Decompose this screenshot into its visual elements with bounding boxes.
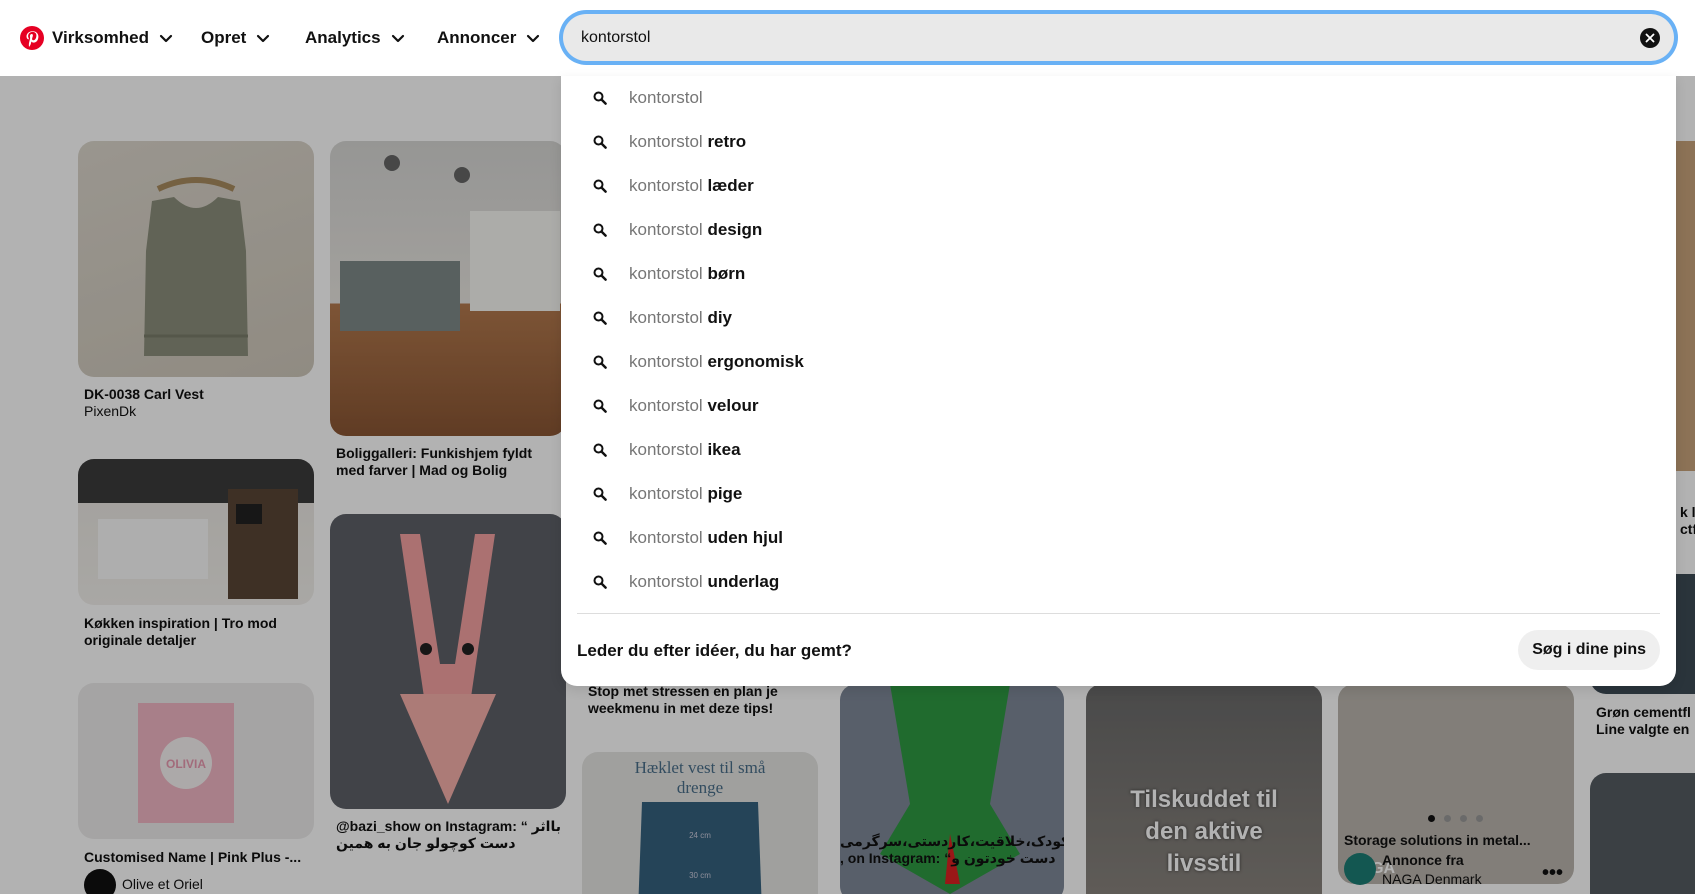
search-icon — [593, 355, 607, 369]
search-suggestion[interactable]: kontorstol design — [561, 212, 1676, 248]
nav-annoncer[interactable]: Annoncer — [437, 24, 540, 52]
suggestion-completion: ikea — [707, 440, 741, 459]
nav-label: Analytics — [305, 28, 381, 47]
suggestion-completion: pige — [707, 484, 743, 503]
suggestion-completion: læder — [707, 176, 754, 195]
suggestion-text: kontorstol uden hjul — [629, 528, 783, 548]
suggestion-completion: diy — [707, 308, 732, 327]
search-icon — [593, 531, 607, 545]
suggestion-completion: ergonomisk — [707, 352, 804, 371]
suggestion-completion: uden hjul — [707, 528, 783, 547]
suggestion-query: kontorstol — [629, 264, 703, 283]
chevron-down-icon — [527, 34, 540, 43]
pinterest-logo-icon[interactable] — [20, 26, 44, 50]
search-input[interactable] — [581, 14, 1621, 61]
nav-opret[interactable]: Opret — [201, 24, 270, 52]
suggestion-query: kontorstol — [629, 484, 703, 503]
suggestion-query: kontorstol — [629, 396, 703, 415]
suggestion-completion: velour — [707, 396, 759, 415]
close-icon — [1645, 33, 1655, 43]
saved-pins-prompt: Leder du efter idéer, du har gemt? — [577, 641, 852, 660]
chevron-down-icon — [159, 34, 173, 43]
suggestion-text: kontorstol retro — [629, 132, 746, 152]
suggestion-query: kontorstol — [629, 528, 703, 547]
nav-virksomhed[interactable]: Virksomhed — [52, 24, 173, 52]
search-bar — [559, 10, 1678, 65]
search-suggestion[interactable]: kontorstol underlag — [561, 564, 1676, 600]
search-icon — [593, 135, 607, 149]
nav-label: Opret — [201, 28, 247, 47]
suggestion-query: kontorstol — [629, 176, 703, 195]
search-icon — [593, 91, 607, 105]
suggestion-text: kontorstol — [629, 88, 703, 108]
search-suggestion[interactable]: kontorstol pige — [561, 476, 1676, 512]
divider — [577, 613, 1660, 614]
search-suggestion[interactable]: kontorstol diy — [561, 300, 1676, 336]
suggestion-text: kontorstol ergonomisk — [629, 352, 804, 372]
chevron-down-icon — [257, 34, 270, 43]
search-icon — [593, 399, 607, 413]
suggestion-completion: design — [707, 220, 763, 239]
suggestion-query: kontorstol — [629, 440, 703, 459]
suggestion-text: kontorstol læder — [629, 176, 754, 196]
search-icon — [593, 575, 607, 589]
search-suggestion[interactable]: kontorstol ergonomisk — [561, 344, 1676, 380]
suggestion-text: kontorstol underlag — [629, 572, 779, 592]
suggestion-text: kontorstol pige — [629, 484, 742, 504]
suggestion-query: kontorstol — [629, 572, 703, 591]
search-icon — [593, 267, 607, 281]
nav-analytics[interactable]: Analytics — [305, 24, 405, 52]
search-icon — [593, 179, 607, 193]
search-suggestion[interactable]: kontorstol læder — [561, 168, 1676, 204]
suggestion-text: kontorstol diy — [629, 308, 732, 328]
suggestion-query: kontorstol — [629, 88, 703, 107]
search-your-pins-button[interactable]: Søg i dine pins — [1518, 630, 1660, 670]
suggestion-text: kontorstol design — [629, 220, 762, 240]
nav-label: Annoncer — [437, 28, 517, 47]
suggestion-text: kontorstol velour — [629, 396, 758, 416]
search-icon — [593, 311, 607, 325]
clear-search-button[interactable] — [1640, 28, 1660, 48]
suggestion-completion: underlag — [707, 572, 780, 591]
suggestion-query: kontorstol — [629, 132, 703, 151]
suggestion-completion: retro — [707, 132, 747, 151]
nav-label: Virksomhed — [52, 28, 150, 47]
search-suggestion[interactable]: kontorstol — [561, 80, 1676, 116]
search-icon — [593, 443, 607, 457]
chevron-down-icon — [391, 34, 404, 43]
search-icon — [593, 487, 607, 501]
suggestion-query: kontorstol — [629, 308, 703, 327]
search-suggestion[interactable]: kontorstol retro — [561, 124, 1676, 160]
top-bar: Virksomhed Opret Analytics Annoncer — [0, 0, 1695, 76]
suggestion-text: kontorstol børn — [629, 264, 745, 284]
suggestion-query: kontorstol — [629, 220, 703, 239]
search-suggestion[interactable]: kontorstol uden hjul — [561, 520, 1676, 556]
suggestion-completion: børn — [707, 264, 746, 283]
search-icon — [593, 223, 607, 237]
search-suggestion[interactable]: kontorstol børn — [561, 256, 1676, 292]
search-suggestion[interactable]: kontorstol ikea — [561, 432, 1676, 468]
suggestion-text: kontorstol ikea — [629, 440, 741, 460]
search-suggestions-dropdown: kontorstol kontorstol retro kontorstol læd… — [561, 76, 1676, 686]
suggestion-query: kontorstol — [629, 352, 703, 371]
search-suggestion[interactable]: kontorstol velour — [561, 388, 1676, 424]
